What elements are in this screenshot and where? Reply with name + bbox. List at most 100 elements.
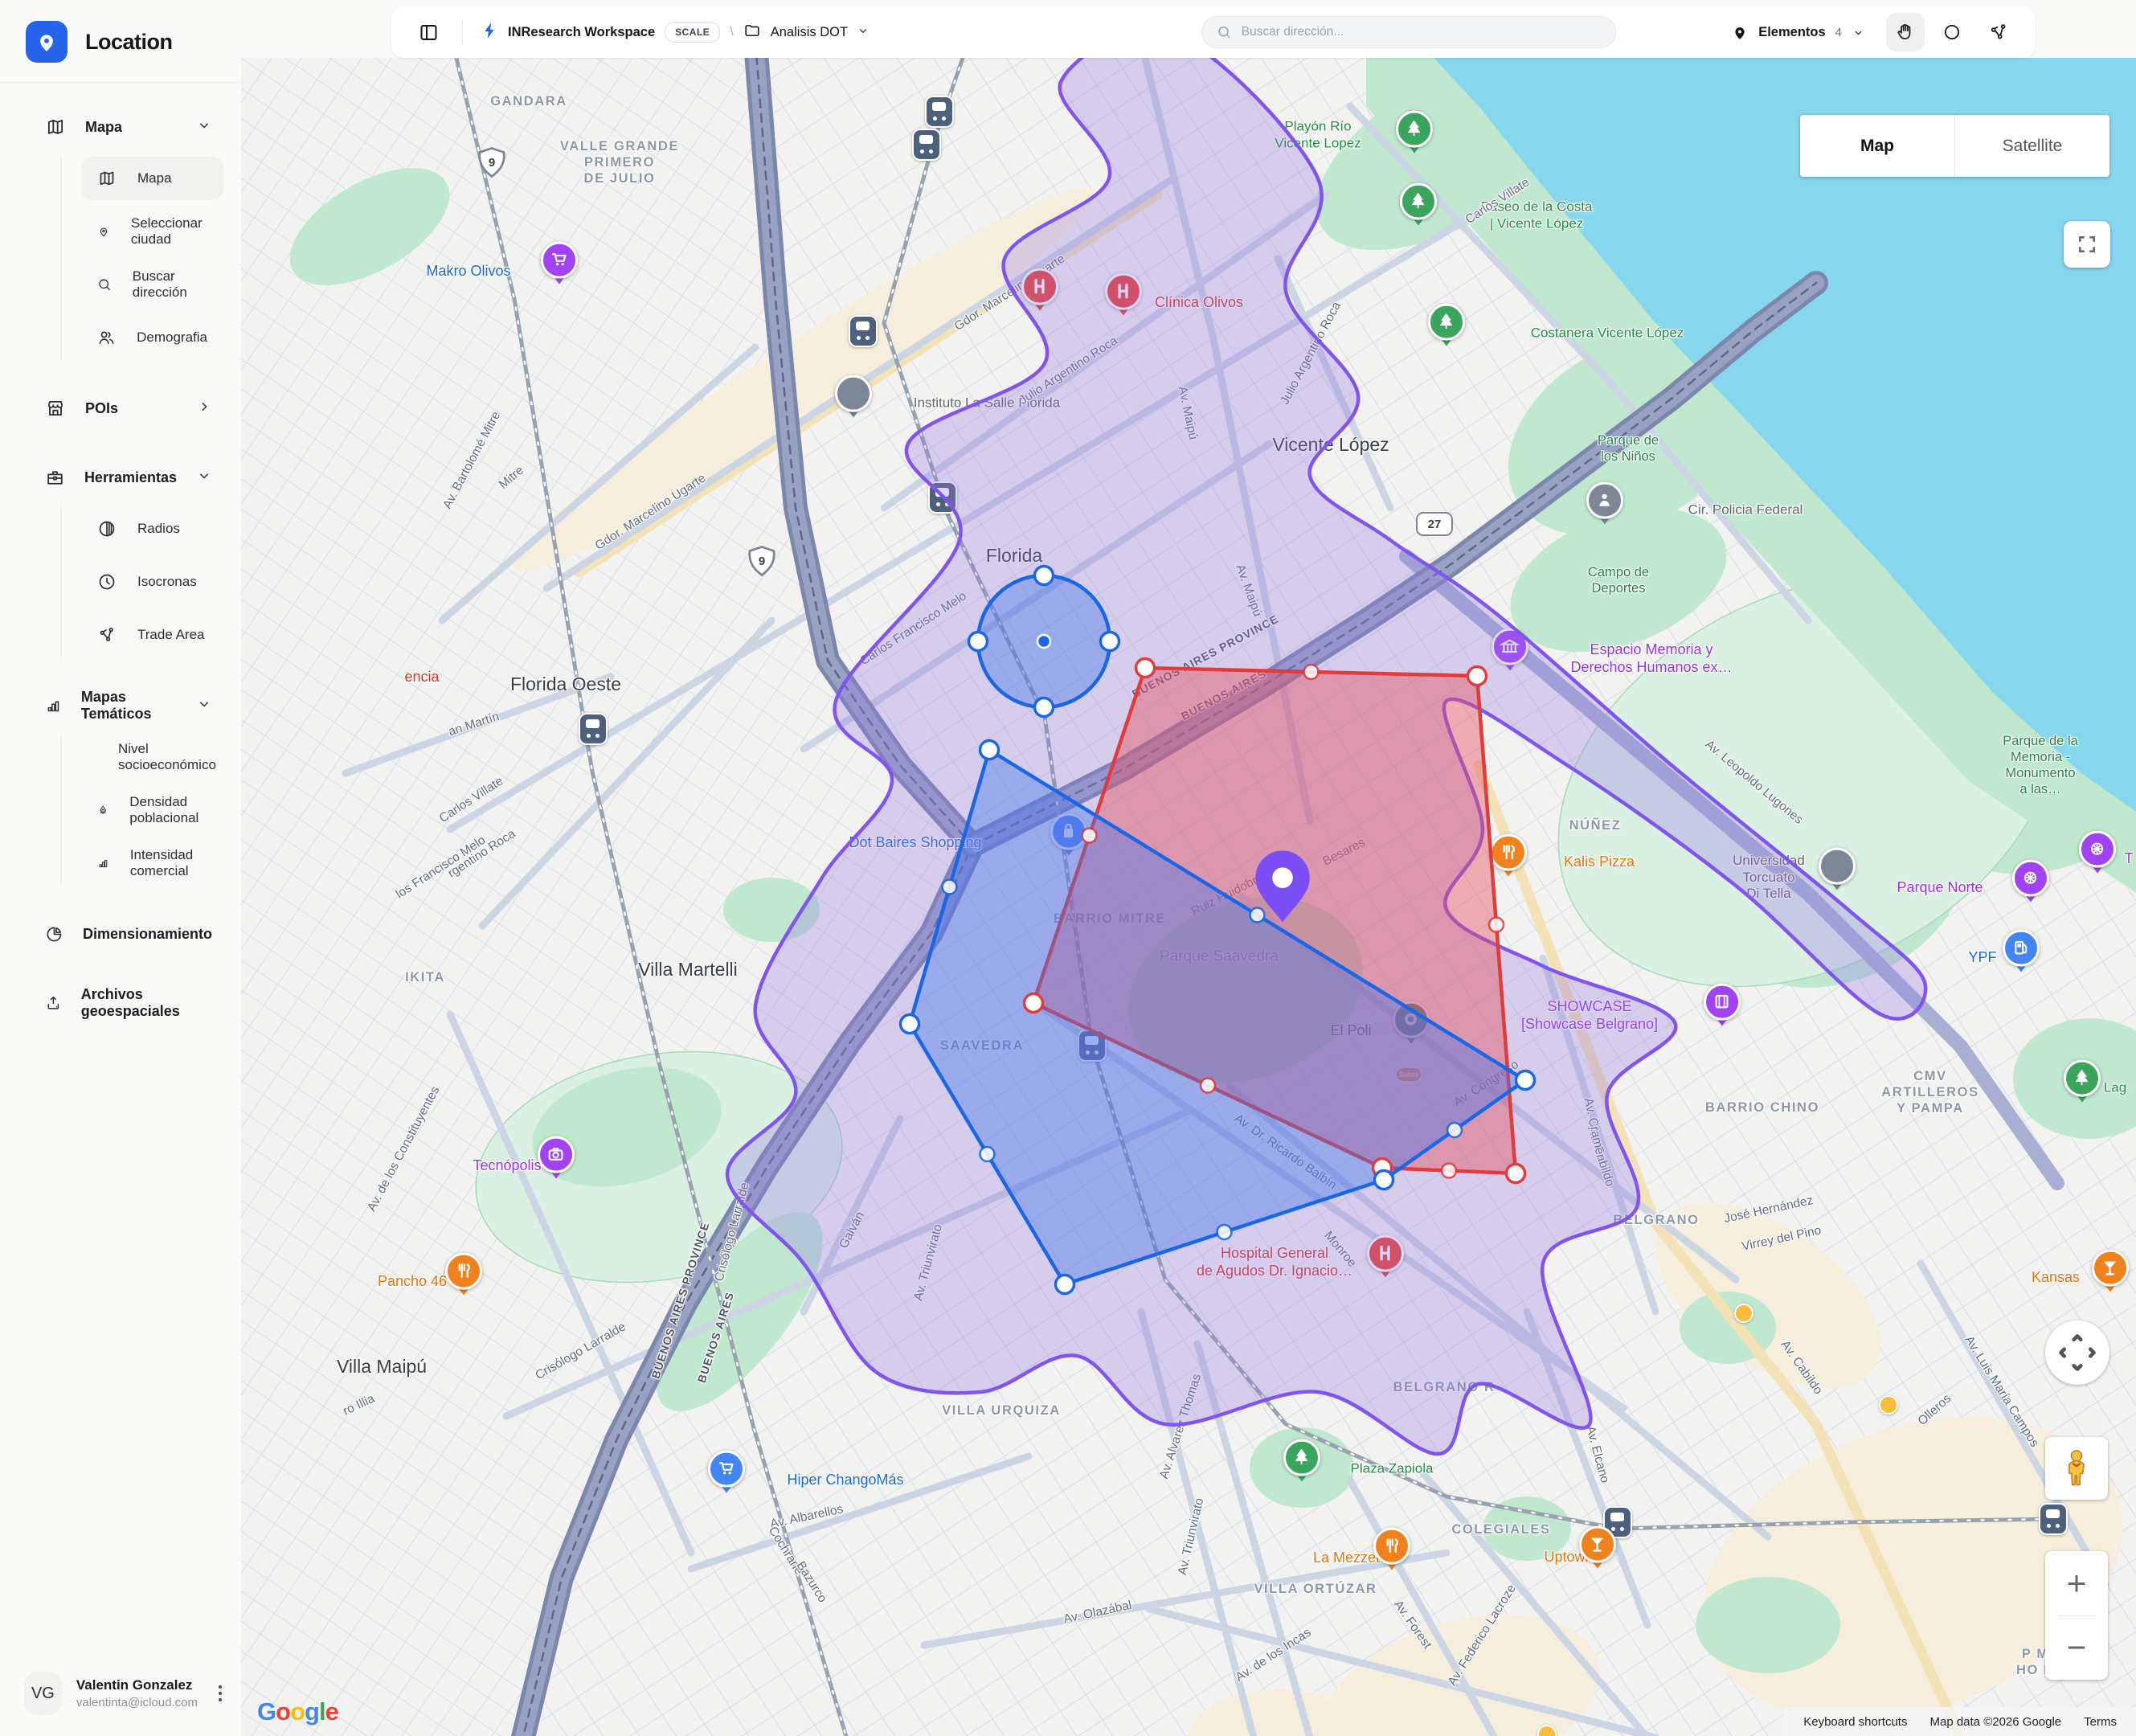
kansas-marker-icon[interactable]: [2092, 1250, 2129, 1299]
user-profile[interactable]: VG Valentin Gonzalez valentinta@icloud.c…: [24, 1672, 228, 1715]
sidebar-item-dimensionamiento[interactable]: Dimensionamiento: [0, 914, 241, 954]
sidebar-item-seleccionar-ciudad[interactable]: Seleccionar ciudad: [81, 210, 223, 253]
search-input[interactable]: [1242, 25, 1601, 39]
map-label-av-cabildo: Av. Cabildo: [1777, 1338, 1825, 1398]
polygon-tool-button[interactable]: [1979, 13, 2018, 51]
elements-dropdown[interactable]: Elementos 4: [1731, 23, 1865, 41]
shield-text: 27: [1428, 518, 1442, 531]
map-label-t: T: [2125, 850, 2134, 868]
sidebar-item-trade-area[interactable]: Trade Area: [81, 613, 223, 657]
marker-bubble: [2064, 1060, 2101, 1097]
paseo-costa-marker-icon[interactable]: [1400, 183, 1437, 232]
train-station-icon[interactable]: [1078, 1030, 1107, 1062]
chevron-right-icon[interactable]: [196, 399, 212, 419]
subte-icon[interactable]: Subte: [1395, 1067, 1422, 1083]
terms-link[interactable]: Terms: [2073, 1715, 2128, 1729]
sidebar-item-demografia[interactable]: Demografia: [81, 316, 223, 359]
train-station-icon[interactable]: [928, 481, 957, 514]
kalis-pizza-marker-icon[interactable]: [1490, 834, 1527, 883]
attraction-marker-icon[interactable]: [2079, 831, 2116, 880]
poi-dot-icon[interactable]: [1537, 1725, 1557, 1736]
espacio-memoria-marker-icon[interactable]: [1492, 628, 1528, 678]
sidebar-item-radios[interactable]: Radios: [81, 507, 223, 551]
el-poli-marker-icon[interactable]: [1393, 1001, 1430, 1050]
breadcrumb-workspace[interactable]: INResearch Workspace: [508, 25, 655, 40]
ypf-marker-icon[interactable]: [2003, 930, 2040, 979]
sidebar-item-nivel-socioecon-mico[interactable]: Nivel socioeconómico: [81, 735, 223, 779]
map-label-julio-argentino-roca: Julio Argentino Roca: [1017, 334, 1121, 408]
sidebar-item-archivos-geoespaciales[interactable]: Archivos geoespaciales: [0, 983, 241, 1023]
item-label: Mapa: [137, 170, 172, 186]
avatar: VG: [24, 1672, 62, 1715]
poi-dot-icon[interactable]: [1734, 1304, 1753, 1323]
map-label-av-bartolomé-mitre: Av. Bartolomé Mitre: [440, 409, 505, 512]
hospital-general-marker-icon[interactable]: [1367, 1235, 1404, 1284]
uptown-marker-icon[interactable]: [1579, 1526, 1616, 1575]
clinica-olivos-marker-icon[interactable]: [1105, 273, 1142, 322]
map-canvas[interactable]: GANDARAVALLE GRANDE PRIMERO DE JULIOMakr…: [241, 58, 2136, 1736]
sidebar-item-mapa[interactable]: Mapa: [0, 107, 241, 147]
map-label-hospital-general: Hospital General de Agudos Dr. Ignacio…: [1197, 1245, 1352, 1280]
map-label-plaza-zapiola: Plaza Zapiola: [1350, 1461, 1433, 1478]
sidebar-item-mapa[interactable]: Mapa: [81, 157, 223, 200]
pancho-46-marker-icon[interactable]: [445, 1253, 482, 1302]
showcase-belgrano-marker-icon[interactable]: [1704, 984, 1741, 1033]
sidebar-toggle-button[interactable]: [412, 16, 444, 48]
plaza-zapiola-marker-icon[interactable]: [1283, 1439, 1320, 1488]
sidebar-item-isocronas[interactable]: Isocronas: [81, 560, 223, 604]
lago-marker-icon[interactable]: [2064, 1060, 2101, 1109]
train-station-icon[interactable]: [579, 713, 608, 745]
circle-tool-button[interactable]: [1933, 13, 1971, 51]
universidad-di-tella-marker-icon[interactable]: [1819, 848, 1856, 897]
tecnopolis-marker-icon[interactable]: [538, 1136, 575, 1185]
train-station-icon[interactable]: [849, 315, 878, 347]
la-mezzetta-marker-icon[interactable]: [1373, 1528, 1410, 1577]
chevron-down-icon[interactable]: [196, 468, 212, 488]
instituto-la-salle-marker-icon[interactable]: [835, 375, 872, 424]
parque-norte-marker-icon[interactable]: [2012, 860, 2049, 909]
map-type-satellite-button[interactable]: Satellite: [1955, 115, 2109, 177]
policia-federal-marker-icon[interactable]: [1586, 482, 1623, 531]
map-type-map-button[interactable]: Map: [1800, 115, 1955, 177]
dot-baires-marker-icon[interactable]: [1050, 813, 1087, 862]
train-station-icon[interactable]: [912, 129, 941, 161]
search-box[interactable]: [1201, 16, 1616, 48]
map-label-bazurco: Bazurco: [792, 1559, 829, 1606]
sidebar-item-intensidad-comercial[interactable]: Intensidad comercial: [81, 841, 223, 885]
hiper-changomas-marker-icon[interactable]: [708, 1451, 745, 1500]
breadcrumb-project[interactable]: Analisis DOT: [771, 25, 848, 40]
pan-tool-button[interactable]: [1886, 13, 1925, 51]
playon-rio-marker-icon[interactable]: [1396, 111, 1433, 160]
nav-subitems: Nivel socioeconómico Densidad poblacional…: [60, 735, 241, 885]
costanera-marker-icon[interactable]: [1428, 304, 1465, 353]
pegman-control[interactable]: [2045, 1437, 2108, 1500]
keyboard-shortcuts-link[interactable]: Keyboard shortcuts: [1792, 1715, 1918, 1729]
pan-control[interactable]: [2045, 1320, 2109, 1385]
poi-dot-icon[interactable]: [1879, 1395, 1898, 1415]
chevron-down-icon[interactable]: [196, 117, 212, 137]
shield-text: 9: [759, 555, 765, 568]
sidebar-item-mapas-tem-ticos[interactable]: Mapas Temáticos: [0, 686, 241, 726]
map-label-villa-ortúzar: VILLA ORTÚZAR: [1254, 1581, 1377, 1597]
route-shield-9: 9: [476, 145, 508, 180]
fullscreen-button[interactable]: [2064, 221, 2110, 268]
train-station-icon[interactable]: [2039, 1503, 2068, 1535]
chevron-right-icon: [196, 399, 212, 415]
chevron-down-icon[interactable]: [856, 23, 870, 42]
sidebar-item-herramientas[interactable]: Herramientas: [0, 457, 241, 497]
sidebar-item-pois[interactable]: POIs: [0, 388, 241, 428]
makro-olivos-marker-icon[interactable]: [541, 242, 578, 291]
user-menu-icon[interactable]: [212, 1679, 228, 1708]
sidebar-item-densidad-poblacional[interactable]: Densidad poblacional: [81, 788, 223, 832]
map-label-parque-de: Parque de los Niños: [1598, 432, 1659, 465]
chevron-down-icon[interactable]: [196, 696, 212, 716]
zoom-in-button[interactable]: +: [2045, 1551, 2108, 1615]
brand: Location: [0, 0, 241, 83]
user-name: Valentin Gonzalez: [76, 1677, 198, 1693]
train-station-icon[interactable]: [925, 96, 954, 128]
elements-count: 4: [1835, 26, 1842, 39]
sidebar-item-buscar-direcci-n[interactable]: Buscar dirección: [81, 263, 223, 306]
hospital-pin-marker-icon[interactable]: [1021, 268, 1058, 317]
map-label-belgrano-r: BELGRANO R: [1393, 1379, 1496, 1395]
zoom-out-button[interactable]: −: [2045, 1616, 2108, 1681]
